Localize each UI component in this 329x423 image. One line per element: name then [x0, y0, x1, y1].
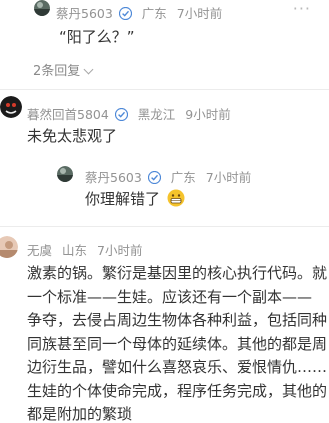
comment-line: 生娃的个体使命完成，程序任务完成，其他的: [27, 381, 328, 400]
username[interactable]: 蔡丹5603: [56, 6, 113, 21]
comment-line: 争夺，去侵占周边生物体各种利益，包括同种: [27, 311, 328, 329]
more-dots-icon[interactable]: ···: [293, 0, 311, 18]
username[interactable]: 无虞: [27, 243, 52, 258]
comment-line: 一个标准——生娃。应该还有一个副本——: [27, 287, 313, 306]
comment-text: 未免太悲观了: [27, 127, 118, 145]
divider: [0, 89, 329, 90]
comment-line: 边衍生品，譬如什么喜怒哀乐、爱恨情仇……: [27, 358, 328, 376]
replies-label: 2条回复: [33, 64, 81, 79]
timestamp: 7小时前: [205, 170, 252, 185]
grin-icon: [167, 189, 185, 207]
location: 广东: [170, 170, 196, 185]
chevron-down-icon: [83, 64, 94, 75]
replies-toggle[interactable]: 2条回复: [33, 60, 98, 79]
verified-badge-icon: [118, 7, 132, 20]
verified-badge-icon: [147, 171, 161, 184]
comment-line: 都是附加的繁琐: [27, 405, 133, 423]
comment-meta: 无虞 山东 7小时前: [27, 240, 148, 259]
username[interactable]: 暮然回首5804: [27, 107, 109, 122]
comment-line: 同族甚至同一个母体的延续体。其他的都是周: [27, 334, 328, 353]
username[interactable]: 蔡丹5603: [85, 170, 142, 185]
comment-text: 你理解错了: [85, 189, 185, 209]
avatar[interactable]: [34, 0, 50, 16]
timestamp: 7小时前: [176, 6, 223, 21]
avatar[interactable]: [0, 236, 18, 258]
location: 广东: [141, 6, 167, 21]
avatar[interactable]: [0, 96, 22, 118]
timestamp: 9小时前: [185, 107, 231, 122]
comment-text: 激素的锅。繁衍是基因里的核心执行代码。就 一个标准——生娃。应该还有一个副本——…: [27, 262, 329, 423]
location: 山东: [62, 243, 88, 258]
verified-badge-icon: [114, 108, 128, 121]
avatar[interactable]: [57, 166, 73, 182]
comment-text: “阳了么？”: [59, 28, 135, 46]
comment-line: 激素的锅。繁衍是基因里的核心执行代码。就: [27, 264, 328, 282]
comment-meta: 蔡丹5603 广东 7小时前: [85, 167, 257, 186]
comment-meta: 蔡丹5603 广东 7小时前: [56, 3, 228, 22]
comment-text-body: 你理解错了: [85, 190, 161, 208]
divider: [0, 226, 329, 227]
location: 黑龙江: [137, 107, 176, 122]
timestamp: 7小时前: [97, 243, 143, 258]
comment-meta: 暮然回首5804 黑龙江 9小时前: [27, 104, 237, 123]
